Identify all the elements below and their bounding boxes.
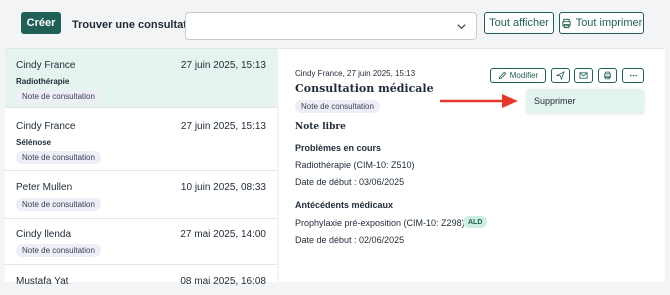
consultation-item[interactable]: Cindy France 27 juin 2025, 15:13 Sélénos… bbox=[5, 108, 277, 171]
consultation-subtitle: Radiothérapie bbox=[16, 77, 70, 86]
send-icon bbox=[556, 71, 565, 80]
send-button[interactable] bbox=[551, 68, 570, 83]
free-note-heading: Note libre bbox=[295, 122, 346, 132]
modify-label: Modifier bbox=[509, 71, 539, 80]
ald-badge: ALD bbox=[463, 216, 488, 228]
consultation-select[interactable] bbox=[185, 12, 477, 40]
annotation-arrow-icon bbox=[440, 94, 518, 108]
consultation-item[interactable]: Peter Mullen 10 juin 2025, 08:33 Note de… bbox=[5, 171, 277, 219]
consultation-tag: Note de consultation bbox=[16, 244, 101, 257]
search-label: Trouver une consultation bbox=[72, 19, 204, 31]
history-start-date: Date de début : 02/06/2025 bbox=[295, 235, 405, 245]
consultation-date: 27 juin 2025, 15:13 bbox=[180, 121, 266, 132]
modify-button[interactable]: Modifier bbox=[490, 68, 546, 83]
problem-item: Radiothérapie (CIM-10: Z510) bbox=[295, 160, 415, 170]
detail-meta: Cindy France, 27 juin 2025, 15:13 bbox=[295, 69, 416, 78]
delete-menu-item[interactable]: Supprimer bbox=[534, 96, 576, 106]
consultation-list: Cindy France 27 juin 2025, 15:13 Radioth… bbox=[5, 48, 277, 287]
consultation-date: 27 juin 2025, 15:13 bbox=[180, 60, 266, 71]
consultation-detail: Cindy France, 27 juin 2025, 15:13 Consul… bbox=[279, 48, 665, 282]
ellipsis-icon bbox=[629, 74, 637, 77]
show-all-label: Tout afficher bbox=[489, 17, 549, 29]
more-actions-menu: Supprimer bbox=[526, 89, 644, 113]
print-button[interactable] bbox=[598, 68, 617, 83]
problems-heading: Problèmes en cours bbox=[295, 143, 382, 153]
patient-name: Cindy France bbox=[16, 60, 76, 71]
consultation-tag: Note de consultation bbox=[16, 151, 101, 164]
email-button[interactable] bbox=[574, 68, 593, 83]
patient-name: Cindy France bbox=[16, 121, 76, 132]
detail-title: Consultation médicale bbox=[295, 82, 434, 95]
consultation-tag: Note de consultation bbox=[16, 198, 101, 211]
print-all-button[interactable]: Tout imprimer bbox=[559, 12, 644, 34]
pencil-icon bbox=[498, 71, 506, 80]
mail-icon bbox=[579, 72, 588, 79]
history-heading: Antécédents médicaux bbox=[295, 200, 394, 210]
consultation-date: 27 mai 2025, 14:00 bbox=[180, 229, 266, 240]
consultation-date: 08 mai 2025, 16:08 bbox=[180, 276, 266, 287]
detail-tag: Note de consultation bbox=[295, 100, 380, 113]
consultation-date: 10 juin 2025, 08:33 bbox=[180, 182, 266, 193]
patient-name: Peter Mullen bbox=[16, 182, 73, 193]
print-all-label: Tout imprimer bbox=[575, 17, 643, 29]
printer-icon bbox=[604, 71, 611, 80]
consultation-item[interactable]: Cindy llenda 27 mai 2025, 14:00 Note de … bbox=[5, 219, 277, 265]
create-button[interactable]: Créer bbox=[21, 12, 61, 34]
consultation-subtitle: Sélénose bbox=[16, 138, 52, 147]
history-item: Prophylaxie pré-exposition (CIM-10: Z298… bbox=[295, 218, 465, 228]
chevron-down-icon bbox=[457, 24, 466, 30]
patient-name: Mustafa Yat bbox=[16, 276, 69, 287]
patient-name: Cindy llenda bbox=[16, 229, 72, 240]
more-button[interactable] bbox=[622, 68, 644, 83]
consultation-tag: Note de consultation bbox=[16, 90, 101, 103]
problem-start-date: Date de début : 03/06/2025 bbox=[295, 177, 405, 187]
consultation-item[interactable]: Mustafa Yat 08 mai 2025, 16:08 bbox=[5, 265, 277, 295]
toolbar: Créer Trouver une consultation Tout affi… bbox=[0, 0, 670, 46]
show-all-button[interactable]: Tout afficher bbox=[484, 12, 554, 34]
consultation-item[interactable]: Cindy France 27 juin 2025, 15:13 Radioth… bbox=[5, 49, 277, 108]
printer-icon bbox=[562, 18, 571, 28]
